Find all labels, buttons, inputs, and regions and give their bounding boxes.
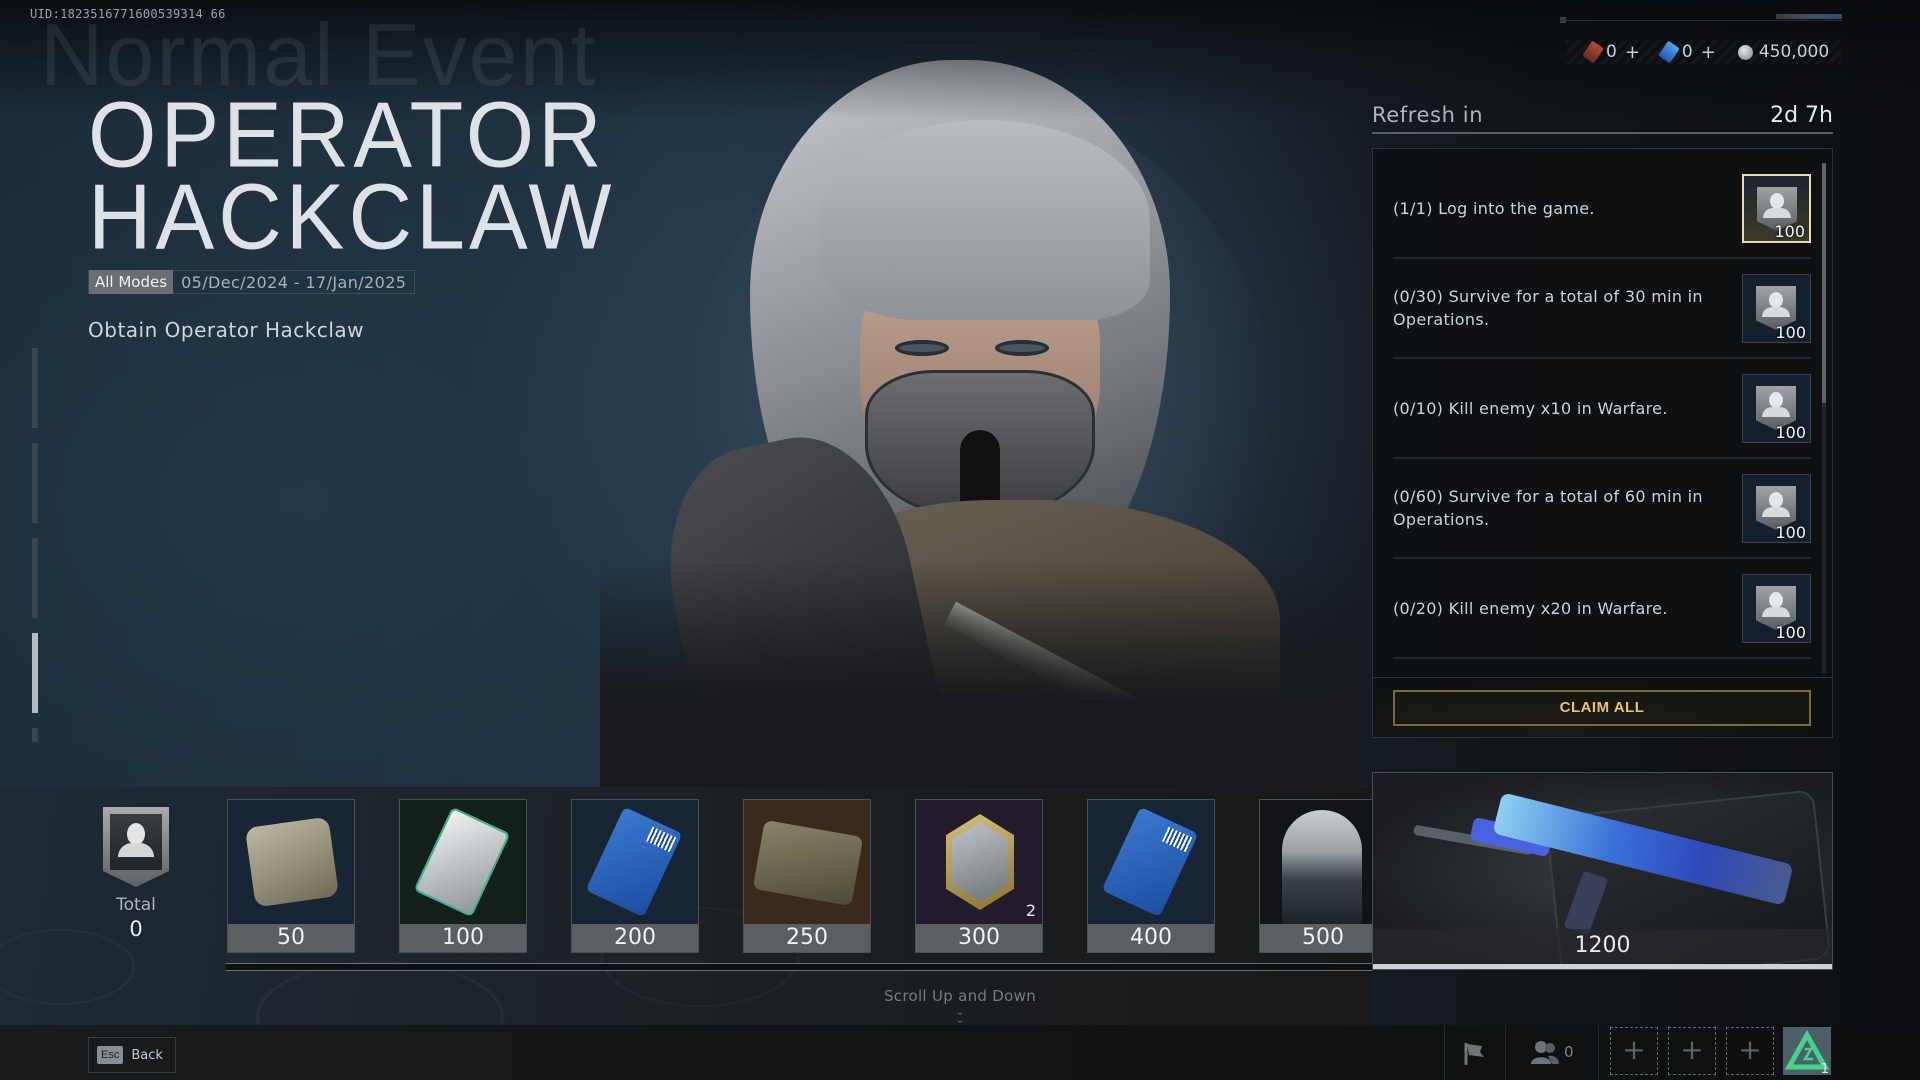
footer-bar: Esc Back 0 + + + 1 <box>0 1025 1920 1080</box>
milestone-reward-300[interactable]: 2 300 <box>915 799 1043 953</box>
crate-icon <box>744 800 870 926</box>
task-reward[interactable]: 100 <box>1742 474 1811 543</box>
hex-badge-icon <box>916 800 1042 926</box>
task-panel: (1/1) Log into the game. 100 (0/30) Surv… <box>1372 148 1833 738</box>
reward-quantity: 100 <box>1775 423 1806 442</box>
reward-quantity: 100 <box>1775 523 1806 542</box>
milestone-reward-1200[interactable]: 1200 <box>1372 772 1833 970</box>
milestone-reward-400[interactable]: 400 <box>1087 799 1215 953</box>
milestone-rewards-strip: Total 0 50 100 200 250 2 300 400 500 Scr… <box>0 787 1387 1026</box>
currency-red-ticket[interactable]: 0 + <box>1582 40 1640 64</box>
task-item[interactable]: (0/10) Kill enemy x10 in Warfare. 100 <box>1393 359 1811 459</box>
task-list-scrollbar[interactable] <box>1822 163 1826 673</box>
blue-ticket-amount: 0 <box>1681 42 1693 62</box>
page-indicator-4-active[interactable] <box>32 633 38 713</box>
task-description: (0/10) Kill enemy x10 in Warfare. <box>1393 398 1668 418</box>
task-item[interactable]: (0/20) Kill enemy x20 in Warfare. 100 <box>1393 559 1811 659</box>
total-label: Total <box>116 895 156 915</box>
esc-key-hint: Esc <box>97 1046 124 1064</box>
add-red-ticket-button[interactable]: + <box>1625 42 1640 63</box>
mode-tag: All Modes <box>89 270 174 294</box>
milestone-threshold: 400 <box>1088 924 1214 952</box>
reward-quantity: 100 <box>1774 222 1805 241</box>
supply-box-icon <box>228 800 354 926</box>
task-reward[interactable]: 100 <box>1742 274 1811 343</box>
operator-hackclaw-artwork <box>600 40 1360 788</box>
player-rank-badge[interactable]: 1 <box>1783 1027 1831 1077</box>
claim-all-button[interactable]: CLAIM ALL <box>1393 690 1811 726</box>
task-description: (1/1) Log into the game. <box>1393 198 1595 218</box>
milestone-threshold: 100 <box>400 924 526 952</box>
task-list[interactable]: (1/1) Log into the game. 100 (0/30) Surv… <box>1373 159 1813 681</box>
total-value: 0 <box>129 917 143 941</box>
milestone-threshold: 500 <box>1260 924 1386 952</box>
red-ticket-icon <box>1582 40 1604 64</box>
refresh-header: Refresh in 2d 7h <box>1372 98 1833 134</box>
milestone-reward-100[interactable]: 100 <box>399 799 527 953</box>
page-indicator-2[interactable] <box>32 443 38 523</box>
milestone-reward-250[interactable]: 250 <box>743 799 871 953</box>
page-indicator-1[interactable] <box>32 348 38 428</box>
squad-slot-3-add-icon[interactable]: + <box>1726 1027 1774 1075</box>
task-description: (0/20) Kill enemy x20 in Warfare. <box>1393 598 1668 618</box>
refresh-countdown: 2d 7h <box>1770 102 1833 128</box>
coin-amount: 450,000 <box>1758 42 1830 62</box>
event-objective: Obtain Operator Hackclaw <box>88 318 365 342</box>
scrollbar-thumb[interactable] <box>1822 163 1826 403</box>
friends-count: 0 <box>1564 1043 1574 1061</box>
currency-coins: 450,000 <box>1737 42 1830 62</box>
scroll-hint: Scroll Up and Down ⌄ ⌄ <box>880 987 1040 1026</box>
event-page-indicator <box>32 348 38 757</box>
back-button[interactable]: Esc Back <box>88 1037 176 1073</box>
task-reward[interactable]: 100 <box>1742 574 1811 643</box>
milestone-reward-200[interactable]: 200 <box>571 799 699 953</box>
blue-gti-card-icon <box>572 800 698 926</box>
friends-button[interactable]: 0 <box>1530 1039 1574 1065</box>
squad-slot-2-add-icon[interactable]: + <box>1668 1027 1716 1075</box>
red-ticket-amount: 0 <box>1606 42 1617 62</box>
friends-icon <box>1531 1041 1559 1064</box>
milestone-progress-bar <box>226 963 1372 971</box>
item-count: 2 <box>1025 901 1036 920</box>
task-item[interactable]: (0/60) Survive for a total of 60 min in … <box>1393 459 1811 559</box>
back-label: Back <box>131 1047 163 1063</box>
task-description: (0/60) Survive for a total of 60 min in … <box>1393 487 1703 529</box>
milestone-threshold: 250 <box>744 924 870 952</box>
task-item[interactable]: (0/30) Survive for a total of 30 min in … <box>1393 259 1811 359</box>
reward-quantity: 100 <box>1775 623 1806 642</box>
milestone-threshold: 300 <box>916 924 1042 952</box>
top-status-badge <box>1776 14 1842 19</box>
milestone-reward-50[interactable]: 50 <box>227 799 355 953</box>
page-title: OPERATOR HACKCLAW <box>88 88 616 269</box>
milestone-threshold: 1200 <box>1373 929 1832 963</box>
add-blue-ticket-button[interactable]: + <box>1701 42 1716 63</box>
task-reward-claimable[interactable]: 100 <box>1742 174 1811 243</box>
blue-ticket-icon <box>1658 40 1680 64</box>
coin-icon <box>1737 44 1753 60</box>
rank-level: 1 <box>1820 1062 1829 1077</box>
currency-blue-ticket[interactable]: 0 + <box>1658 40 1716 64</box>
page-indicator-5[interactable] <box>32 728 38 742</box>
squad-slot-1-add-icon[interactable]: + <box>1610 1027 1658 1075</box>
operator-token-icon <box>103 807 169 887</box>
task-description: (0/30) Survive for a total of 30 min in … <box>1393 287 1703 329</box>
milestone-threshold: 50 <box>228 924 354 952</box>
currency-bar: 0 + 0 + 450,000 <box>1566 40 1842 64</box>
reward-quantity: 100 <box>1775 323 1806 342</box>
chevron-down-icon: ⌄ ⌄ <box>954 1004 966 1026</box>
operator-portrait-icon <box>1260 800 1386 926</box>
milestone-reward-500[interactable]: 500 <box>1259 799 1387 953</box>
blue-gti-card-icon <box>1088 800 1214 926</box>
page-indicator-3[interactable] <box>32 538 38 618</box>
date-range: 05/Dec/2024 - 17/Jan/2025 <box>181 272 407 292</box>
task-reward[interactable]: 100 <box>1742 374 1811 443</box>
task-item[interactable]: (1/1) Log into the game. 100 <box>1393 159 1811 259</box>
milestone-threshold: 200 <box>572 924 698 952</box>
event-meta: All Modes 05/Dec/2024 - 17/Jan/2025 <box>88 270 416 294</box>
total-points: Total 0 <box>92 807 180 941</box>
flag-icon[interactable] <box>1460 1039 1488 1067</box>
silver-card-icon <box>400 800 526 926</box>
refresh-label: Refresh in <box>1372 103 1484 127</box>
title-line-2: HACKCLAW <box>88 164 616 269</box>
